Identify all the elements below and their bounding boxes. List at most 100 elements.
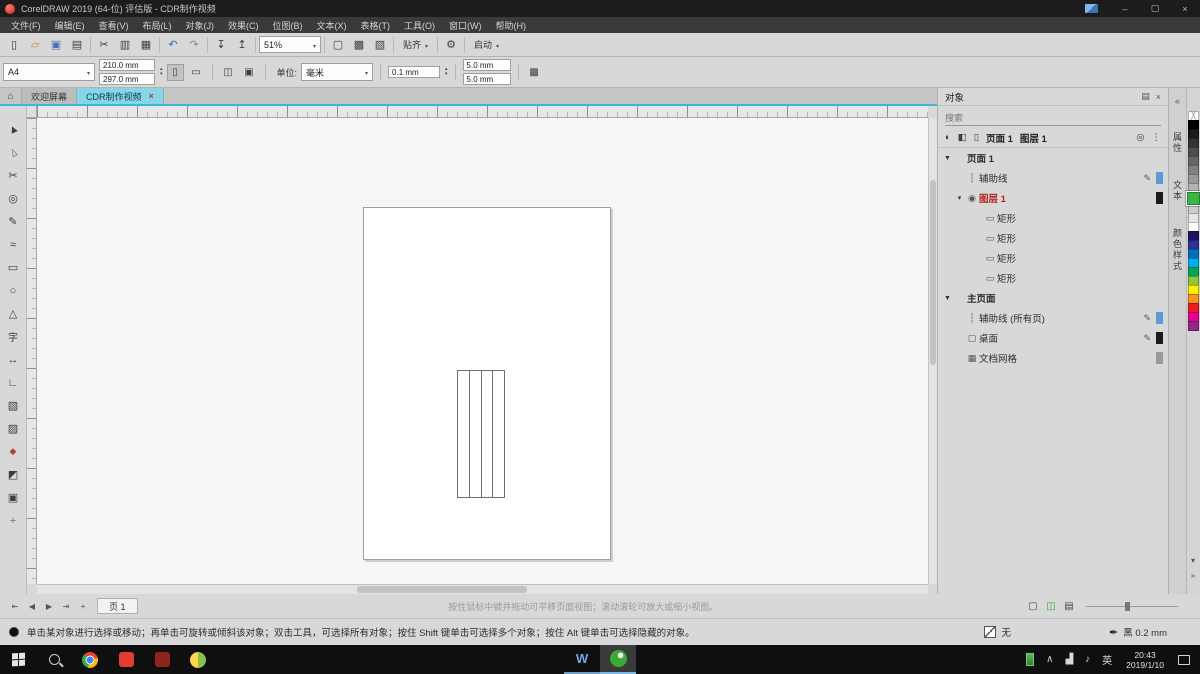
rectangle-group-object[interactable] [457, 370, 505, 498]
menu-item[interactable]: 对象(J) [179, 17, 222, 33]
network-icon[interactable]: ▟ [1059, 654, 1079, 665]
color-swatch[interactable] [1187, 192, 1200, 205]
home-tab-icon[interactable]: ⌂ [0, 88, 22, 104]
menu-item[interactable]: 工具(O) [397, 17, 442, 33]
units-combo[interactable]: 毫米 [301, 63, 373, 81]
horizontal-scrollbar[interactable] [37, 584, 928, 594]
start-button[interactable] [0, 645, 36, 674]
account-image-icon[interactable] [1085, 4, 1098, 13]
tree-row-document-grid[interactable]: ▦ 文档网格 [938, 348, 1168, 368]
expander-icon[interactable]: ▾ [954, 194, 965, 202]
all-pages-button[interactable]: ◫ [220, 64, 237, 81]
action-center-icon[interactable] [1178, 655, 1190, 665]
menu-item[interactable]: 文件(F) [4, 17, 48, 33]
tree-row-guides-all-pages[interactable]: ┆ 辅助线 (所有页) ✎ [938, 308, 1168, 328]
search-input[interactable] [945, 113, 1161, 123]
docker-close-icon[interactable]: × [1156, 92, 1161, 102]
docker-menu-icon[interactable]: ▤ [1141, 91, 1150, 102]
menu-item[interactable]: 效果(C) [221, 17, 266, 33]
layer-color-chip[interactable] [1156, 312, 1163, 324]
layer-color-chip[interactable] [1156, 252, 1163, 264]
layer-color-chip[interactable] [1156, 332, 1163, 344]
layer-color-chip[interactable] [1156, 232, 1163, 244]
menu-item[interactable]: 窗口(W) [442, 17, 489, 33]
taskbar-app-chrome[interactable] [72, 645, 108, 674]
transparency-tool-icon[interactable]: ▨ [2, 418, 24, 439]
text-tool-icon[interactable]: 字 [2, 326, 24, 347]
artistic-media-tool-icon[interactable]: ≈ [2, 234, 24, 255]
export-icon[interactable]: ↥ [232, 35, 252, 54]
copy-icon[interactable]: ▥ [115, 35, 135, 54]
fullscreen-preview-icon[interactable]: ▢ [328, 35, 348, 54]
docker-more-icon[interactable]: ⋮ [1152, 132, 1162, 143]
color-eyedropper-tool-icon[interactable]: ◆ [2, 441, 24, 462]
layer-color-chip[interactable] [1156, 292, 1163, 304]
vertical-scrollbar-thumb[interactable] [930, 180, 936, 365]
battery-icon[interactable] [1026, 653, 1034, 666]
page-height-field[interactable]: 297.0 mm [99, 73, 155, 85]
search-button[interactable] [36, 645, 72, 674]
interactive-fill-tool-icon[interactable]: ◩ [2, 464, 24, 485]
landscape-button[interactable]: ▭ [188, 64, 205, 81]
menu-item[interactable]: 帮助(H) [489, 17, 534, 33]
menu-item[interactable]: 编辑(E) [48, 17, 92, 33]
nudge-distance-field[interactable]: 0.1 mm [388, 66, 440, 78]
vertical-ruler[interactable] [27, 118, 37, 584]
undo-icon[interactable]: ↶ [163, 35, 183, 54]
parallel-dimension-tool-icon[interactable]: ↔ [2, 349, 24, 370]
paste-icon[interactable]: ▦ [136, 35, 156, 54]
last-page-icon[interactable]: ⇥ [59, 599, 73, 613]
taskbar-app-darkred[interactable] [144, 645, 180, 674]
expander-icon[interactable]: ▼ [942, 295, 953, 302]
color-swatch[interactable] [1188, 321, 1199, 331]
zoom-level-combo[interactable]: 51% [259, 36, 321, 53]
minimize-button[interactable]: – [1110, 0, 1140, 17]
polygon-tool-icon[interactable]: △ [2, 303, 24, 324]
palette-expand-icon[interactable]: » [1191, 571, 1195, 580]
tree-row-page-1[interactable]: ▼ 页面 1 [938, 148, 1168, 168]
treat-as-filled-button[interactable]: ▩ [526, 64, 543, 81]
docker-tab[interactable]: 属性 [1171, 132, 1184, 154]
rectangle-object[interactable] [492, 370, 505, 498]
taskbar-app-coreldraw[interactable] [600, 645, 636, 674]
ellipse-tool-icon[interactable]: ○ [2, 280, 24, 301]
tree-row-rectangle-4[interactable]: ▭ 矩形 [938, 268, 1168, 288]
current-page-button[interactable]: ▣ [241, 64, 258, 81]
layer-color-chip[interactable] [1156, 172, 1163, 184]
connector-tool-icon[interactable]: ∟ [2, 372, 24, 393]
layer-color-chip[interactable] [1156, 212, 1163, 224]
tree-row-master-page[interactable]: ▼ 主页面 [938, 288, 1168, 308]
docker-tab[interactable]: 颜色样式 [1171, 228, 1184, 272]
print-icon[interactable]: ▤ [67, 35, 87, 54]
layer-color-chip[interactable] [1156, 352, 1163, 364]
duplicate-x-field[interactable]: 5.0 mm [463, 59, 511, 71]
previous-page-icon[interactable]: ◀ [25, 599, 39, 613]
tab-active-document[interactable]: CDR制作视频 × [77, 88, 164, 104]
page-size-combo[interactable]: A4 [3, 63, 95, 81]
horizontal-scrollbar-thumb[interactable] [357, 586, 527, 593]
menu-item[interactable]: 表格(T) [354, 17, 398, 33]
zoom-slider[interactable] [1086, 606, 1178, 607]
edit-pencil-icon[interactable]: ✎ [1143, 333, 1151, 344]
tree-row-rectangle-2[interactable]: ▭ 矩形 [938, 228, 1168, 248]
palette-scroll-icon[interactable]: ▾ [1191, 556, 1195, 565]
dimension-spinner[interactable] [160, 67, 163, 77]
close-button[interactable]: × [1170, 0, 1200, 17]
redo-icon[interactable]: ↷ [184, 35, 204, 54]
tree-row-layer-1[interactable]: ▾ ◉ 图层 1 [938, 188, 1168, 208]
collapse-dockers-icon[interactable]: « [1175, 96, 1180, 106]
duplicate-y-field[interactable]: 5.0 mm [463, 73, 511, 85]
application-launcher-button[interactable]: 启动 [468, 35, 505, 54]
smart-fill-tool-icon[interactable]: ▣ [2, 487, 24, 508]
save-icon[interactable]: ▣ [46, 35, 66, 54]
horizontal-ruler[interactable] [37, 106, 928, 118]
target-layer-icon[interactable]: ◎ [1136, 132, 1144, 143]
page-view-mode-icon[interactable]: ◫ [1043, 598, 1059, 614]
import-icon[interactable]: ↧ [211, 35, 231, 54]
page-view-icon[interactable]: ▯ [974, 132, 979, 143]
new-document-icon[interactable]: ▯ [4, 35, 24, 54]
shape-tool-icon[interactable]: ▻ [0, 138, 27, 167]
volume-icon[interactable]: ♪ [1079, 654, 1096, 665]
zoom-slider-thumb[interactable] [1125, 602, 1130, 611]
open-icon[interactable]: ▱ [25, 35, 45, 54]
